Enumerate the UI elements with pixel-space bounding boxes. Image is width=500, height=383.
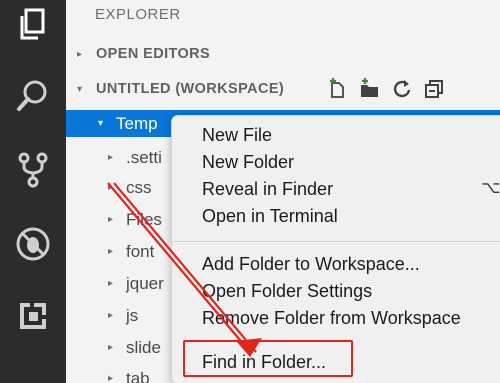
- menu-item-remove-folder[interactable]: Remove Folder from Workspace: [202, 308, 461, 329]
- chevron-right-icon: ▸: [108, 278, 114, 289]
- chevron-right-icon: ▸: [108, 214, 114, 225]
- tree-item-label: tab: [126, 368, 150, 383]
- chevron-right-icon: ▸: [108, 342, 114, 353]
- explorer-icon[interactable]: [9, 0, 57, 48]
- tree-item-label: slide: [126, 337, 161, 357]
- annotation-highlight-box: [183, 340, 353, 377]
- menu-item-new-folder[interactable]: New Folder: [202, 152, 294, 173]
- chevron-right-icon: ▸: [108, 246, 114, 257]
- new-folder-icon[interactable]: [354, 75, 386, 103]
- tree-item-label: Files: [126, 209, 162, 229]
- menu-item-new-file[interactable]: New File: [202, 125, 272, 146]
- tree-item-label: .setti: [126, 147, 162, 167]
- chevron-right-icon: ▸: [108, 310, 114, 321]
- chevron-down-icon: ▾: [77, 83, 83, 95]
- tree-item-label: Temp: [116, 113, 158, 133]
- chevron-right-icon: ▸: [108, 182, 114, 193]
- tree-item-label: font: [126, 241, 155, 261]
- chevron-right-icon: ▸: [77, 48, 83, 60]
- tree-item-label: js: [126, 305, 139, 325]
- tree-item-label: css: [126, 177, 152, 197]
- tree-item-label: jquer: [126, 273, 164, 293]
- menu-item-reveal-in-finder[interactable]: Reveal in Finder: [202, 179, 333, 200]
- new-file-icon[interactable]: [322, 75, 354, 103]
- menu-shortcut: ⌥: [481, 178, 500, 197]
- debug-icon[interactable]: [9, 220, 57, 268]
- source-control-icon[interactable]: [9, 146, 57, 194]
- activity-bar: [0, 0, 66, 383]
- chevron-down-icon: ▾: [98, 118, 104, 129]
- workspace-label: UNTITLED (WORKSPACE): [96, 81, 285, 97]
- chevron-right-icon: ▸: [108, 152, 114, 163]
- chevron-right-icon: ▸: [108, 373, 114, 383]
- sidebar-title: EXPLORER: [95, 6, 181, 23]
- menu-item-open-in-terminal[interactable]: Open in Terminal: [202, 206, 338, 227]
- collapse-all-icon[interactable]: [418, 75, 450, 103]
- open-editors-section[interactable]: ▸ OPEN EDITORS: [66, 40, 500, 68]
- menu-item-open-folder-settings[interactable]: Open Folder Settings: [202, 281, 372, 302]
- workspace-actions: [322, 75, 450, 103]
- refresh-icon[interactable]: [386, 75, 418, 103]
- menu-separator: [172, 241, 500, 242]
- search-icon[interactable]: [9, 72, 57, 120]
- menu-item-add-folder-to-workspace[interactable]: Add Folder to Workspace...: [202, 254, 420, 275]
- extensions-icon[interactable]: [9, 292, 57, 340]
- open-editors-label: OPEN EDITORS: [96, 46, 211, 62]
